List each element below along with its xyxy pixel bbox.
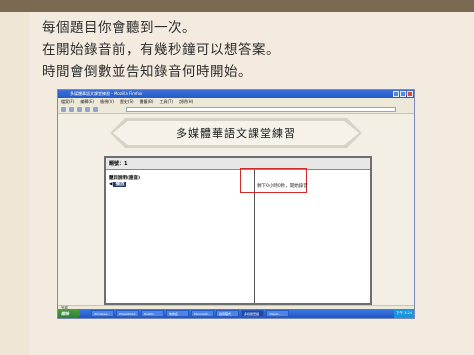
slide-text-line-3: 時間會倒數並告知錄音何時開始。 — [42, 64, 252, 80]
minimize-icon[interactable] — [393, 91, 399, 97]
taskbar-item[interactable]: Microsoft... — [191, 310, 214, 317]
back-icon[interactable] — [61, 107, 66, 112]
maximize-icon[interactable] — [400, 91, 406, 97]
menu-item-tools[interactable]: 工具(T) — [159, 98, 173, 105]
countdown-text: 剩下0小時0秒，開始錄音 — [257, 184, 308, 189]
question-number: 題號：1 — [106, 158, 370, 170]
taskbar-item[interactable]: Visual... — [266, 310, 289, 317]
home-icon[interactable] — [93, 107, 98, 112]
menu-item-view[interactable]: 檢視(V) — [100, 98, 114, 105]
timer-highlight-box — [240, 168, 307, 193]
banner: 多媒體華語文課堂練習 — [110, 118, 362, 148]
taskbar-item[interactable]: Firefox — [141, 310, 164, 317]
menu-item-file[interactable]: 檔案(F) — [61, 98, 74, 105]
slide-text-line-2: 在開始錄音前，有幾秒鐘可以想答案。 — [42, 42, 280, 58]
slide-left-band — [0, 12, 30, 355]
page-content: 多媒體華語文課堂練習 題號：1 題目說明(語音) ◀ 播放 剩下0小時0秒，開始錄… — [58, 114, 414, 305]
menu-item-bookmarks[interactable]: 書籤(B) — [140, 98, 154, 105]
audio-player: ◀ 播放 — [109, 182, 140, 188]
slide-top-bar — [0, 0, 474, 12]
play-audio-button[interactable]: 播放 — [113, 182, 127, 187]
question-panel: 題號：1 題目說明(語音) ◀ 播放 剩下0小時0秒，開始錄音 — [104, 156, 372, 305]
banner-title: 多媒體華語文課堂練習 — [113, 121, 359, 145]
slide-text-line-1: 每個題目你會聽到一次。 — [42, 20, 196, 36]
address-bar[interactable] — [126, 107, 396, 112]
taskbar-item[interactable]: Windows... — [91, 310, 114, 317]
taskbar-item[interactable]: 錄音程式 — [216, 310, 239, 317]
start-button[interactable]: 開始 — [58, 309, 80, 318]
browser-window-screenshot: 多媒體華語文課堂練習 - Mozilla Firefox 檔案(F) 編輯(E)… — [57, 89, 415, 319]
reload-icon[interactable] — [77, 107, 82, 112]
taskbar-item[interactable]: 未命名 — [166, 310, 189, 317]
taskbar-item-active[interactable]: 多媒體華語 — [241, 310, 264, 317]
instruction-block: 題目說明(語音) ◀ 播放 — [109, 176, 140, 188]
browser-titlebar: 多媒體華語文課堂練習 - Mozilla Firefox — [58, 90, 414, 98]
stop-icon[interactable] — [85, 107, 90, 112]
speaker-icon: ◀ — [109, 182, 113, 187]
taskbar-item[interactable]: PowerPoint — [116, 310, 139, 317]
windows-taskbar: 開始 Windows... PowerPoint Firefox 未命名 Mic… — [58, 309, 414, 318]
menu-item-edit[interactable]: 編輯(E) — [80, 98, 94, 105]
forward-icon[interactable] — [69, 107, 74, 112]
browser-toolbar — [58, 105, 414, 114]
window-controls — [393, 91, 413, 97]
browser-menubar: 檔案(F) 編輯(E) 檢視(V) 歷史(S) 書籤(B) 工具(T) 說明(H… — [58, 98, 414, 105]
system-tray-clock: 下午 3:24 — [394, 309, 414, 318]
menu-item-help[interactable]: 說明(H) — [179, 98, 193, 105]
close-icon[interactable] — [407, 91, 413, 97]
taskbar-items: Windows... PowerPoint Firefox 未命名 Micros… — [91, 310, 289, 317]
browser-title: 多媒體華語文課堂練習 - Mozilla Firefox — [70, 91, 143, 96]
menu-item-history[interactable]: 歷史(S) — [120, 98, 134, 105]
